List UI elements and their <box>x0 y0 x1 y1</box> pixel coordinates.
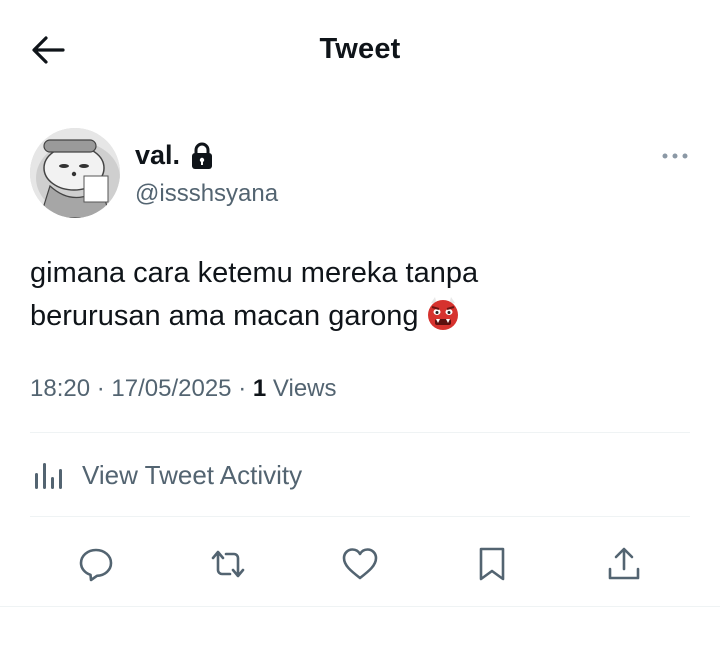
more-options-button[interactable] <box>660 146 690 166</box>
display-name[interactable]: val. <box>135 140 180 171</box>
user-handle[interactable]: @issshsyana <box>135 180 278 208</box>
bookmark-button[interactable] <box>470 542 514 586</box>
views-label: Views <box>272 375 337 402</box>
more-horizontal-icon <box>662 153 688 159</box>
bookmark-icon <box>479 547 505 581</box>
tweet-actions <box>0 540 720 588</box>
retweet-icon <box>211 550 245 578</box>
tweet-date: 17/05/2025 <box>111 375 232 402</box>
bottom-divider <box>0 606 720 607</box>
like-icon <box>342 548 378 580</box>
share-icon <box>608 547 640 580</box>
like-button[interactable] <box>338 542 382 586</box>
avatar-image <box>30 128 120 218</box>
divider <box>30 432 690 433</box>
bar-chart-icon <box>35 463 62 489</box>
meta-separator: · <box>238 375 247 402</box>
retweet-button[interactable] <box>206 542 250 586</box>
tweet-time: 18:20 <box>30 375 91 402</box>
ogre-emoji <box>425 295 461 344</box>
view-activity-button[interactable]: View Tweet Activity <box>30 448 302 502</box>
meta-separator: · <box>96 375 105 402</box>
avatar[interactable] <box>30 128 120 218</box>
page-title: Tweet <box>319 33 401 65</box>
views-count: 1 <box>252 375 267 402</box>
share-button[interactable] <box>602 542 646 586</box>
divider <box>30 516 690 517</box>
reply-button[interactable] <box>74 542 118 586</box>
top-bar: Tweet <box>0 0 720 100</box>
lock-icon <box>190 142 214 170</box>
tweet-text: gimana cara ketemu mereka tanpa berurusa… <box>30 252 680 344</box>
activity-label: View Tweet Activity <box>82 459 303 490</box>
tweet-text-line: berurusan ama macan garong <box>30 295 680 344</box>
reply-icon <box>79 548 113 582</box>
tweet-text-span: berurusan ama macan garong <box>30 300 419 332</box>
tweet-text-line: gimana cara ketemu mereka tanpa <box>30 257 479 289</box>
tweet-author: val. @issshsyana <box>30 128 690 220</box>
tweet-meta: 18:20 · 17/05/2025 · 1 Views <box>30 375 337 403</box>
display-name-row: val. <box>135 140 214 171</box>
